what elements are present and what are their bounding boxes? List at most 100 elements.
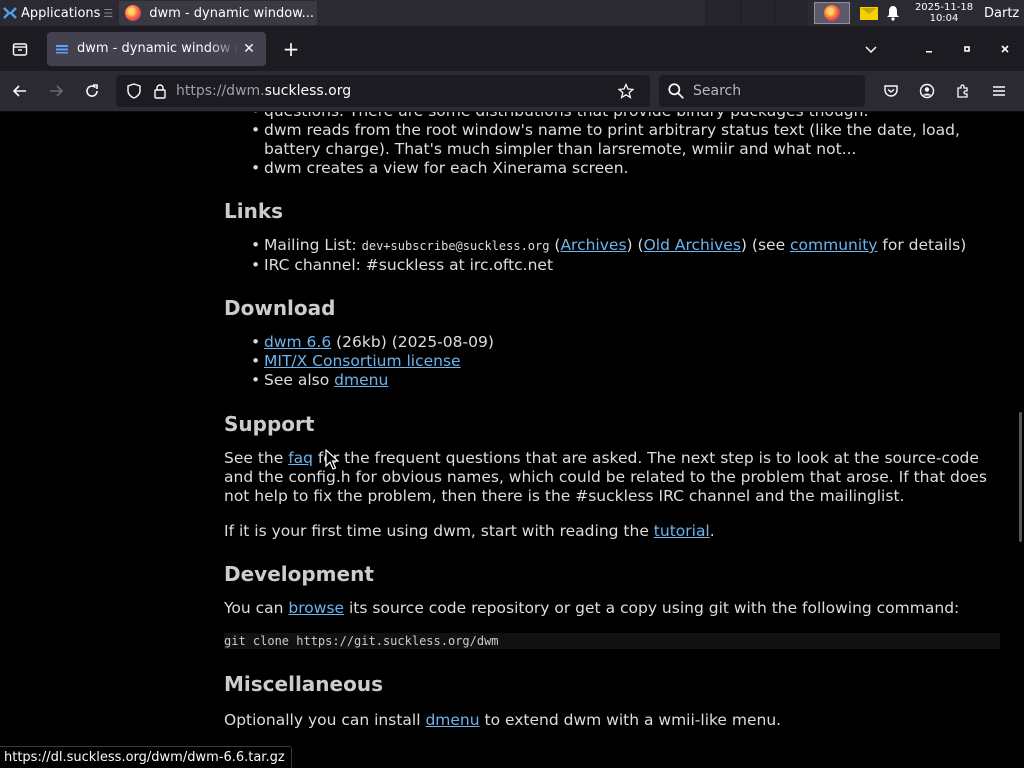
forward-button[interactable]	[40, 75, 72, 107]
features-list: questions. There are some distributions …	[224, 112, 1000, 178]
faq-link[interactable]: faq	[288, 449, 313, 467]
account-icon	[919, 83, 935, 99]
firefox-view-button[interactable]	[0, 26, 40, 71]
pocket-button[interactable]	[873, 75, 909, 107]
bookmark-star-icon[interactable]	[616, 81, 636, 101]
see-text: (see	[751, 236, 791, 254]
chevron-down-icon	[865, 45, 877, 53]
tracking-protection-icon[interactable]	[124, 81, 144, 101]
see-also-text: See also	[264, 371, 335, 389]
see-also-item: See also dmenu	[224, 371, 1000, 390]
links-list: Mailing List: dev+subscribe@suckless.org…	[224, 236, 1000, 275]
dmenu-link[interactable]: dmenu	[334, 371, 388, 389]
app-menu-button[interactable]	[981, 75, 1017, 107]
extensions-button[interactable]	[945, 75, 981, 107]
back-button[interactable]	[4, 75, 36, 107]
minimize-button[interactable]	[910, 26, 948, 71]
tab-dwm[interactable]: dwm - dynamic window manager ✕	[47, 31, 266, 66]
search-bar[interactable]: Search	[659, 75, 865, 107]
reload-icon	[86, 84, 98, 97]
account-button[interactable]	[909, 75, 945, 107]
lock-icon[interactable]	[150, 81, 170, 101]
misc-p-a: Optionally you can install	[224, 711, 426, 729]
close-window-button[interactable]	[986, 26, 1024, 71]
mailing-address: dev+subscribe@suckless.org	[361, 239, 550, 253]
dwm-download-meta: (26kb) (2025-08-09)	[331, 333, 494, 351]
misc-heading: Miscellaneous	[224, 672, 383, 696]
browse-link[interactable]: browse	[288, 599, 344, 617]
close-icon	[1001, 44, 1009, 53]
tutorial-link[interactable]: tutorial	[654, 522, 710, 540]
license-link[interactable]: MIT/X Consortium license	[264, 352, 461, 370]
development-heading: Development	[224, 562, 374, 586]
browser-tab-bar: dwm - dynamic window manager ✕ +	[0, 26, 1024, 71]
pocket-icon	[884, 85, 898, 97]
development-p-a: You can	[224, 599, 289, 617]
arrow-right-icon	[50, 85, 64, 97]
search-placeholder: Search	[693, 83, 742, 99]
features-line0: questions. There are some distributions …	[264, 112, 868, 120]
url-prefix: https://dwm.	[176, 83, 265, 99]
notification-bell-icon[interactable]	[886, 5, 900, 21]
url-text[interactable]: https://dwm.suckless.org	[176, 83, 616, 99]
old-archives-link[interactable]: Old Archives	[644, 236, 741, 254]
workspace-slot-2[interactable]	[740, 0, 774, 26]
system-taskbar: Applications ☰ dwm - dynamic window... 2…	[0, 0, 1024, 26]
applications-label: Applications	[21, 5, 101, 21]
list-all-tabs-button[interactable]	[852, 26, 890, 71]
xfce-logo-icon	[3, 7, 17, 19]
page-content[interactable]: questions. There are some distributions …	[0, 112, 1024, 768]
support-heading: Support	[224, 412, 315, 436]
applications-suffix: ☰	[103, 6, 114, 20]
workspace-slot-3[interactable]	[774, 0, 808, 26]
irc-item: IRC channel: #suckless at irc.oftc.net	[224, 256, 1000, 275]
support-p1-a: See the	[224, 449, 289, 467]
support-p2-b: .	[709, 522, 715, 540]
tab-title: dwm - dynamic window manager	[77, 41, 240, 56]
development-paragraph: You can browse its source code repositor…	[224, 599, 1000, 618]
dwm-favicon-icon	[56, 44, 68, 53]
clock-date: 2025-11-18	[914, 2, 974, 13]
taskbar-window-button[interactable]: dwm - dynamic window...	[119, 1, 318, 25]
list-item: dwm reads from the root window's name to…	[224, 121, 1000, 159]
clock[interactable]: 2025-11-18 10:04	[910, 2, 978, 24]
firefox-tray-icon	[824, 5, 840, 21]
new-tab-button[interactable]: +	[274, 32, 308, 66]
archives-link[interactable]: Archives	[560, 236, 626, 254]
for-details-text: for details)	[877, 236, 967, 254]
license-item: MIT/X Consortium license	[224, 352, 1000, 371]
arrow-left-icon	[12, 85, 26, 97]
misc-dmenu-link[interactable]: dmenu	[425, 711, 479, 729]
mailing-list-item: Mailing List: dev+subscribe@suckless.org…	[224, 236, 1000, 256]
applications-menu-button[interactable]: Applications ☰	[0, 0, 117, 26]
puzzle-icon	[957, 84, 968, 98]
toolbar-buttons	[873, 75, 1017, 107]
firefox-icon	[125, 5, 142, 21]
reload-button[interactable]	[76, 75, 108, 107]
mailing-label: Mailing List:	[264, 236, 362, 254]
link-status-panel: https://dl.suckless.org/dwm/dwm-6.6.tar.…	[0, 746, 292, 768]
dwm-page: questions. There are some distributions …	[224, 112, 1000, 730]
mail-notifier-icon[interactable]	[860, 6, 878, 20]
workspace-slot-1[interactable]	[706, 0, 740, 26]
minimize-icon	[926, 50, 932, 52]
links-heading: Links	[224, 199, 284, 223]
git-clone-code[interactable]: git clone https://git.suckless.org/dwm	[224, 633, 1000, 649]
url-bar[interactable]: https://dwm.suckless.org	[116, 75, 650, 107]
tray-firefox-button[interactable]	[814, 2, 850, 24]
misc-p-b: to extend dwm with a wmii-like menu.	[479, 711, 782, 729]
search-icon	[668, 83, 684, 99]
url-domain: suckless.org	[264, 83, 352, 99]
vertical-scrollbar[interactable]	[1019, 412, 1022, 542]
tab-close-icon[interactable]: ✕	[240, 40, 258, 58]
user-menu[interactable]: Dartz	[984, 6, 1024, 21]
development-p-b: its source code repository or get a copy…	[344, 599, 960, 617]
dwm-download-item: dwm 6.6 (26kb) (2025-08-09)	[224, 333, 1000, 352]
dwm-download-link[interactable]: dwm 6.6	[264, 333, 331, 351]
misc-paragraph: Optionally you can install dmenu to exte…	[224, 711, 1000, 730]
maximize-icon	[964, 45, 970, 52]
support-p2-a: If it is your first time using dwm, star…	[224, 522, 654, 540]
community-link[interactable]: community	[790, 236, 877, 254]
maximize-button[interactable]	[948, 26, 986, 71]
support-paragraph-1: See the faq for the frequent questions t…	[224, 449, 1000, 506]
